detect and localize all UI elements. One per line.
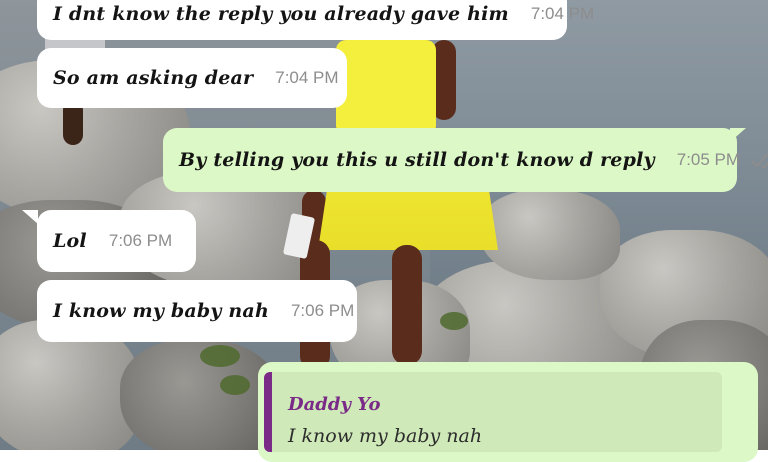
- quoted-text: I know my baby nah: [288, 425, 483, 447]
- message-text: By telling you this u still don't know d…: [179, 149, 655, 171]
- message-time: 7:06 PM: [290, 301, 355, 320]
- message-bubble-outgoing[interactable]: By telling you this u still don't know d…: [163, 128, 768, 192]
- person-leg: [392, 245, 422, 365]
- message-time: 7:05 PM: [676, 150, 741, 169]
- message-time: 7:04 PM: [530, 4, 595, 23]
- rock: [480, 190, 620, 280]
- message-time: 7:04 PM: [275, 68, 339, 87]
- message-text: I know my baby nah: [53, 300, 269, 322]
- quoted-author: Daddy Yo: [288, 394, 381, 415]
- message-text: Lol: [53, 230, 87, 252]
- bubble-tail: [22, 210, 38, 224]
- message-bubble-incoming[interactable]: I know my baby nah 7:06 PM: [37, 280, 357, 342]
- message-time: 7:06 PM: [108, 231, 173, 250]
- plant-leaf: [440, 312, 468, 330]
- quote-accent-bar: [264, 372, 272, 452]
- double-check-icon: [750, 151, 768, 169]
- yellow-dress-top: [336, 40, 436, 130]
- message-bubble-incoming[interactable]: I dnt know the reply you already gave hi…: [37, 0, 594, 40]
- plant-leaf: [220, 375, 250, 395]
- message-bubble-incoming[interactable]: So am asking dear 7:04 PM: [37, 48, 347, 108]
- message-text: I dnt know the reply you already gave hi…: [53, 3, 509, 25]
- message-bubble-incoming[interactable]: Lol 7:06 PM: [37, 210, 196, 272]
- message-text: So am asking dear: [53, 67, 254, 89]
- plant-leaf: [200, 345, 240, 367]
